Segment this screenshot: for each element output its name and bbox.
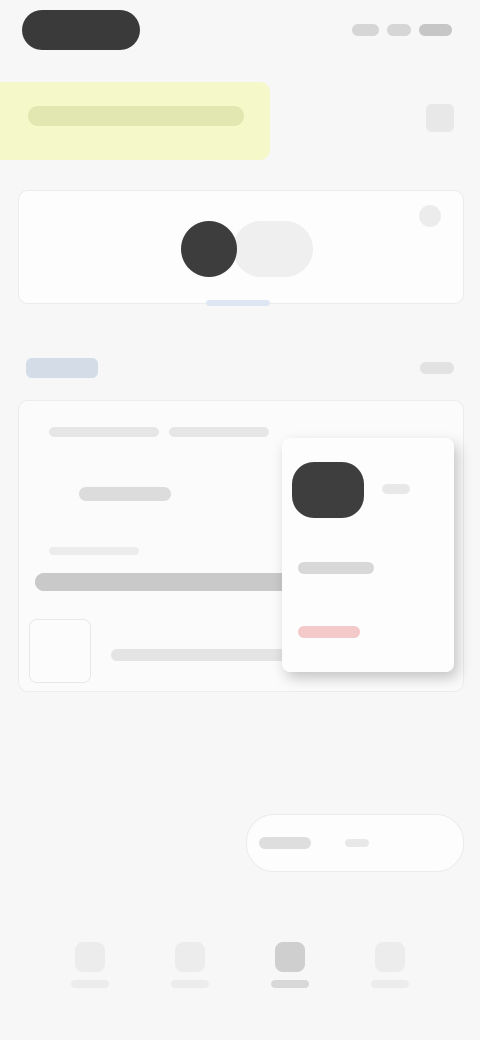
list-icon	[175, 942, 205, 972]
action-button-label	[259, 837, 311, 849]
menu-item-delete[interactable]	[298, 626, 360, 638]
calendar-icon	[275, 942, 305, 972]
home-icon	[75, 942, 105, 972]
menu-icon[interactable]	[426, 104, 454, 132]
chevron-right-icon	[345, 839, 369, 847]
section-link[interactable]	[420, 362, 454, 374]
tab-calendar[interactable]	[262, 928, 318, 998]
tab-label	[171, 980, 209, 988]
item-subtext	[49, 547, 139, 555]
status-time	[22, 10, 140, 50]
menu-badge-label	[382, 484, 410, 494]
page-title	[28, 106, 244, 126]
wifi-icon	[387, 24, 411, 36]
tab-label	[71, 980, 109, 988]
app-screen	[0, 0, 480, 1040]
menu-badge[interactable]	[292, 462, 364, 518]
menu-item-edit[interactable]	[298, 562, 374, 574]
profile-glow	[233, 221, 313, 277]
tab-profile[interactable]	[362, 928, 418, 998]
item-meta	[49, 427, 159, 437]
tab-bar	[0, 928, 480, 1040]
item-progress-fill	[35, 573, 320, 591]
tab-home[interactable]	[62, 928, 118, 998]
item-meta-secondary	[169, 427, 269, 437]
context-menu	[282, 438, 454, 672]
avatar[interactable]	[181, 221, 237, 277]
battery-icon	[418, 24, 452, 36]
profile-card[interactable]	[18, 190, 464, 304]
status-icons	[352, 18, 452, 42]
floating-action-button[interactable]	[246, 814, 464, 872]
section-header	[18, 350, 462, 386]
page-indicator	[206, 300, 270, 306]
status-bar	[0, 0, 480, 60]
section-title	[26, 358, 98, 378]
tab-list[interactable]	[162, 928, 218, 998]
item-thumbnail[interactable]	[29, 619, 91, 683]
tab-label	[371, 980, 409, 988]
more-icon[interactable]	[419, 205, 441, 227]
header	[0, 70, 480, 166]
profile-icon	[375, 942, 405, 972]
signal-icon	[352, 24, 380, 36]
tab-label	[271, 980, 309, 988]
item-caption	[111, 649, 311, 661]
item-name	[79, 487, 171, 501]
